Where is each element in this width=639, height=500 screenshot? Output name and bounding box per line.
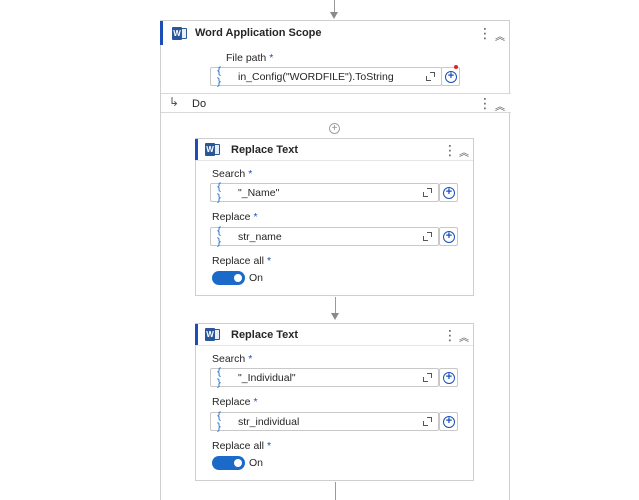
plus-circle-icon: + [443, 187, 455, 199]
plus-circle-icon: + [443, 231, 455, 243]
file-path-plus-button[interactable]: + [441, 67, 460, 86]
plus-circle-icon: + [443, 416, 455, 428]
connector-top-arrow [330, 12, 338, 19]
replace-all-label: Replace all * [212, 440, 272, 452]
replace-text-card-2[interactable]: W Replace Text ⋮ ︽ Search * { } "_Individ… [195, 323, 474, 481]
scope-more-icon[interactable]: ⋮ [478, 26, 492, 40]
card-collapse-icon[interactable]: ︽ [459, 144, 469, 159]
toggle-state-label: On [249, 272, 264, 284]
search-plus-button[interactable]: + [439, 183, 458, 202]
replace-label: Replace * [212, 396, 258, 408]
replace-text-header[interactable]: W Replace Text ⋮ ︽ [195, 139, 473, 161]
add-activity-button[interactable]: + [329, 123, 340, 134]
expand-editor-icon[interactable] [426, 72, 435, 81]
expand-editor-icon[interactable] [423, 188, 432, 197]
word-application-scope[interactable]: W Word Application Scope ⋮ ︽ File path * … [160, 20, 511, 500]
file-path-label: File path * [226, 52, 274, 64]
error-dot [454, 65, 458, 69]
do-arrow-icon: ↳ [169, 95, 180, 109]
file-path-value: in_Config("WORDFILE").ToString [238, 70, 394, 83]
plus-circle-icon: + [445, 71, 457, 83]
connector-middle-arrow [331, 313, 339, 320]
expand-editor-icon[interactable] [423, 373, 432, 382]
scope-collapse-icon[interactable]: ︽ [495, 28, 505, 43]
replace-all-toggle[interactable] [212, 456, 245, 470]
scope-title: Word Application Scope [195, 27, 322, 39]
scope-header[interactable]: W Word Application Scope ⋮ ︽ [160, 21, 509, 45]
word-icon: W [172, 26, 187, 40]
toggle-knob [234, 274, 242, 282]
connector-bottom [335, 482, 336, 500]
expression-brace-icon: { } [216, 225, 223, 248]
do-more-icon[interactable]: ⋮ [478, 96, 492, 110]
do-label: Do [192, 98, 207, 110]
search-field[interactable]: { } "_Name" [210, 181, 439, 204]
search-plus-button[interactable]: + [439, 368, 458, 387]
replace-text-title: Replace Text [231, 328, 299, 341]
card-collapse-icon[interactable]: ︽ [459, 329, 469, 344]
expression-brace-icon: { } [216, 181, 223, 204]
replace-text-card-1[interactable]: W Replace Text ⋮ ︽ Search * { } "_Name" +… [195, 138, 474, 296]
search-label: Search * [212, 353, 253, 365]
replace-all-label: Replace all * [212, 255, 272, 267]
connector-middle [335, 297, 336, 313]
card-accent-bar [195, 139, 198, 160]
replace-text-header[interactable]: W Replace Text ⋮ ︽ [195, 324, 473, 346]
expand-editor-icon[interactable] [423, 417, 432, 426]
word-icon: W [205, 328, 220, 341]
search-field[interactable]: { } "_Individual" [210, 366, 439, 389]
replace-plus-button[interactable]: + [439, 227, 458, 246]
file-path-field[interactable]: { } in_Config("WORDFILE").ToString [210, 65, 442, 88]
replace-value: str_individual [238, 415, 300, 428]
word-icon: W [205, 143, 220, 156]
replace-field[interactable]: { } str_name [210, 225, 439, 248]
search-value: "_Name" [238, 186, 280, 199]
toggle-state-label: On [249, 457, 264, 469]
do-section-header[interactable]: ↳ Do ⋮ ︽ [161, 93, 511, 113]
toggle-knob [234, 459, 242, 467]
expression-brace-icon: { } [216, 366, 223, 389]
expression-brace-icon: { } [216, 65, 223, 88]
search-value: "_Individual" [238, 371, 296, 384]
card-more-icon[interactable]: ⋮ [443, 328, 457, 342]
connector-top [334, 0, 335, 12]
replace-text-title: Replace Text [231, 143, 299, 156]
replace-field[interactable]: { } str_individual [210, 410, 439, 433]
replace-label: Replace * [212, 211, 258, 223]
replace-value: str_name [238, 230, 282, 243]
scope-accent-bar [160, 21, 163, 45]
expression-brace-icon: { } [216, 410, 223, 433]
replace-all-toggle[interactable] [212, 271, 245, 285]
expand-editor-icon[interactable] [423, 232, 432, 241]
plus-circle-icon: + [443, 372, 455, 384]
card-accent-bar [195, 324, 198, 345]
do-collapse-icon[interactable]: ︽ [495, 98, 505, 113]
card-more-icon[interactable]: ⋮ [443, 143, 457, 157]
search-label: Search * [212, 168, 253, 180]
replace-plus-button[interactable]: + [439, 412, 458, 431]
